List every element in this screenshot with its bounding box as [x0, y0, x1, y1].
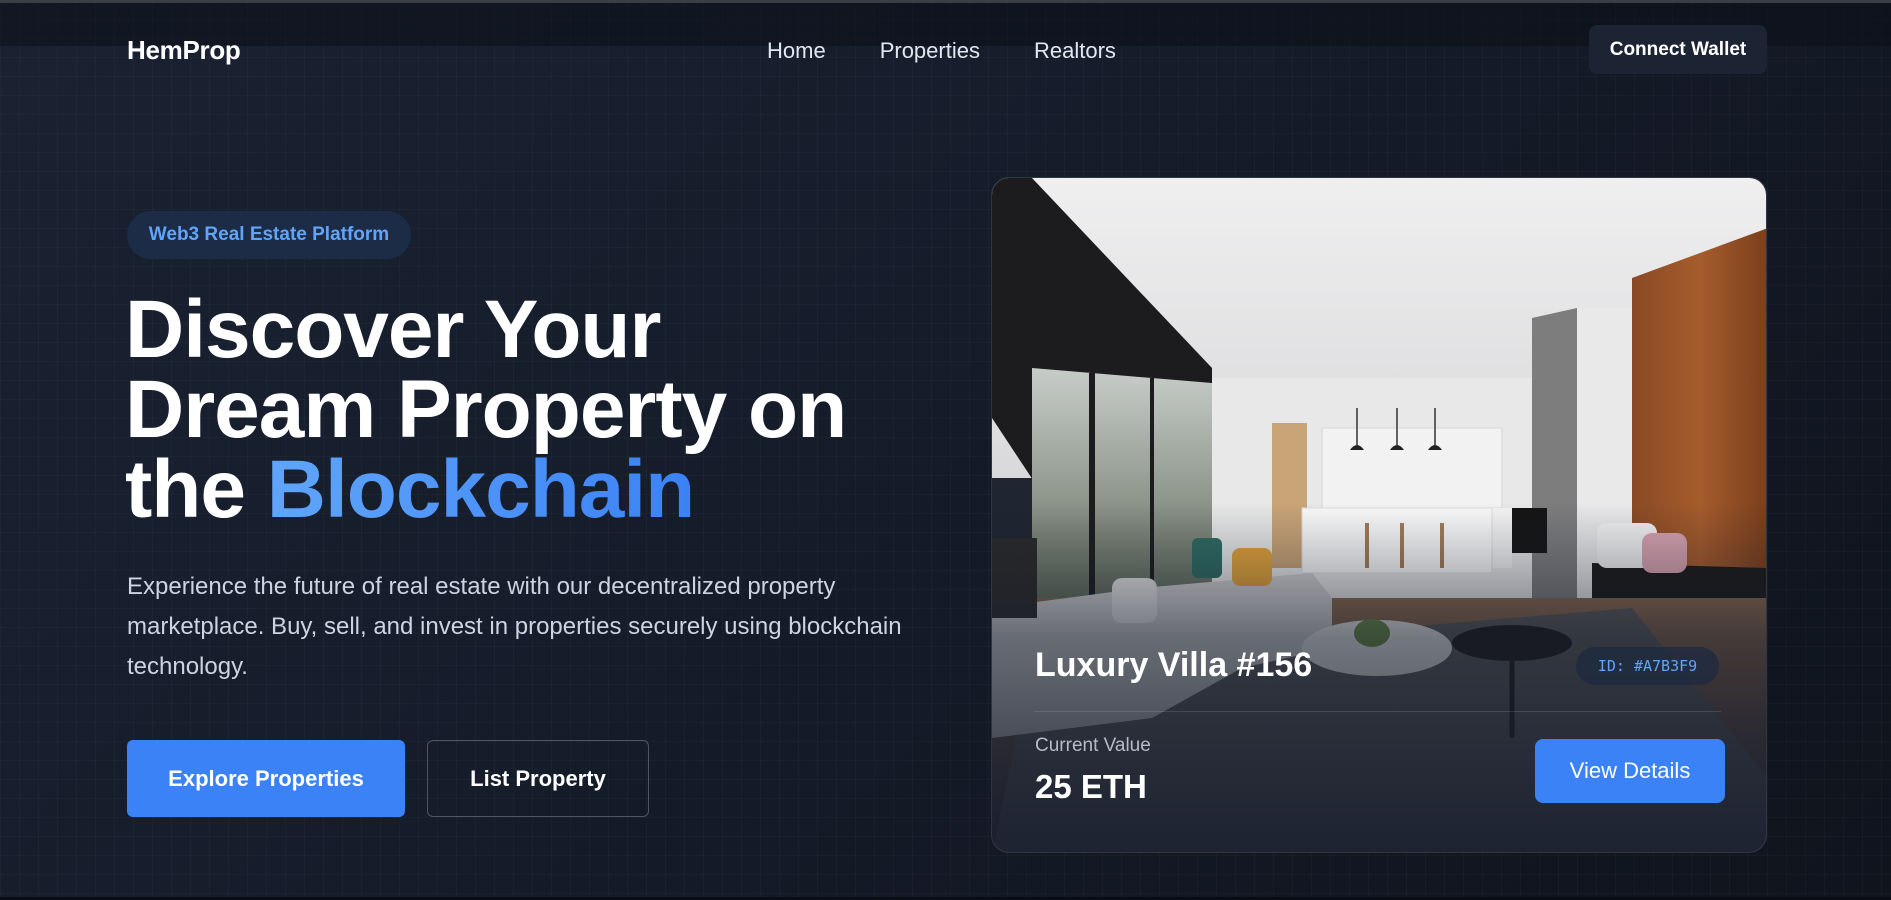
property-card[interactable]: Luxury Villa #156 ID: #A7B3F9 Current Va… [991, 177, 1767, 853]
hero-headline: Discover Your Dream Property on the Bloc… [125, 289, 945, 531]
list-property-button[interactable]: List Property [427, 740, 649, 817]
property-id-badge: ID: #A7B3F9 [1576, 647, 1719, 685]
headline-line-1: Discover Your [125, 284, 661, 375]
view-details-button[interactable]: View Details [1535, 739, 1725, 803]
card-divider [1035, 711, 1721, 712]
explore-properties-button[interactable]: Explore Properties [127, 740, 405, 817]
property-title: Luxury Villa #156 [1035, 646, 1313, 684]
nav-realtors[interactable]: Realtors [1034, 38, 1116, 64]
page: HemProp Home Properties Realtors Connect… [0, 0, 1891, 900]
main-nav: Home Properties Realtors [767, 38, 1116, 64]
headline-line-3-prefix: the [125, 444, 267, 535]
platform-badge: Web3 Real Estate Platform [127, 211, 411, 259]
hero-description: Experience the future of real estate wit… [127, 573, 902, 680]
nav-properties[interactable]: Properties [880, 38, 980, 64]
logo[interactable]: HemProp [127, 35, 241, 66]
headline-line-2: Dream Property on [125, 364, 847, 455]
headline-accent: Blockchain [266, 444, 695, 535]
connect-wallet-button[interactable]: Connect Wallet [1589, 25, 1767, 74]
current-value: 25 ETH [1035, 768, 1147, 805]
current-value-label: Current Value [1035, 735, 1151, 756]
nav-home[interactable]: Home [767, 38, 826, 64]
